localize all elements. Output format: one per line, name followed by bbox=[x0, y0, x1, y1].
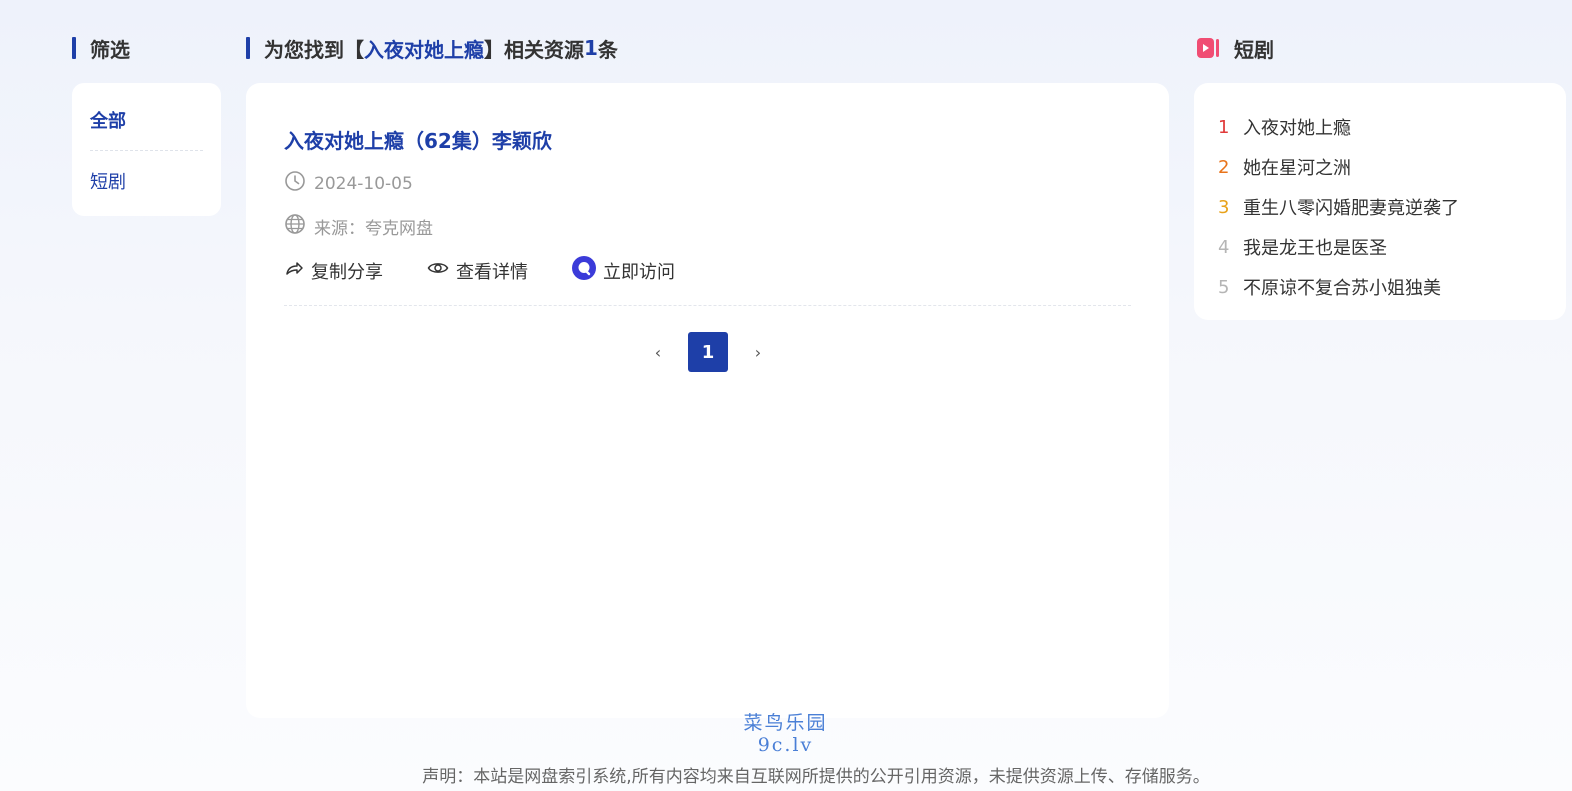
drama-ranking-card: 1 入夜对她上瘾 2 她在星河之洲 3 重生八零闪婚肥妻竟逆袭了 4 我是龙王也… bbox=[1194, 83, 1566, 320]
rank-number: 5 bbox=[1218, 276, 1230, 298]
next-page-button[interactable]: › bbox=[748, 332, 768, 372]
rank-number: 2 bbox=[1218, 156, 1230, 178]
pagination: ‹ 1 › bbox=[648, 332, 768, 372]
result-actions: 复制分享 查看详情 立即访问 bbox=[284, 256, 719, 285]
copy-share-button[interactable]: 复制分享 bbox=[284, 258, 383, 284]
result-source: 来源：夸克网盘 bbox=[314, 219, 433, 239]
drama-rank-label: 不原谅不复合苏小姐独美 bbox=[1243, 278, 1441, 299]
footer-disclaimer: 声明：本站是网盘索引系统,所有内容均来自互联网所提供的公开引用资源，未提供资源上… bbox=[422, 767, 1210, 787]
drama-title-text: 短剧 bbox=[1234, 37, 1274, 62]
result-divider bbox=[284, 305, 1131, 306]
quark-drive-icon bbox=[572, 256, 603, 285]
rank-number: 4 bbox=[1218, 236, 1230, 258]
drama-rank-label: 入夜对她上瘾 bbox=[1243, 118, 1351, 139]
result-date: 2024-10-05 bbox=[314, 173, 413, 194]
results-count: 1 bbox=[584, 36, 598, 60]
results-card: 入夜对她上瘾（62集）李颖欣 2024-10-05 来源：夸克网盘 复制分享 查… bbox=[246, 83, 1169, 718]
title-accent-bar bbox=[246, 37, 250, 59]
drama-rank-item[interactable]: 3 重生八零闪婚肥妻竟逆袭了 bbox=[1218, 187, 1566, 227]
visit-now-label: 立即访问 bbox=[603, 261, 675, 283]
filter-title-text: 筛选 bbox=[90, 37, 130, 62]
site-watermark: 菜鸟乐园 9c.lv bbox=[738, 712, 833, 756]
drama-rank-item[interactable]: 4 我是龙王也是医圣 bbox=[1218, 227, 1566, 267]
view-detail-label: 查看详情 bbox=[456, 261, 528, 283]
globe-icon bbox=[284, 213, 314, 240]
results-heading-prefix: 为您找到【 bbox=[264, 37, 364, 62]
drama-rank-item[interactable]: 1 入夜对她上瘾 bbox=[1218, 107, 1566, 147]
result-source-row: 来源：夸克网盘 bbox=[284, 213, 433, 240]
result-date-row: 2024-10-05 bbox=[284, 170, 413, 197]
results-heading-keyword: 入夜对她上瘾 bbox=[364, 37, 484, 62]
video-play-icon bbox=[1196, 36, 1220, 60]
drama-rank-label: 我是龙王也是医圣 bbox=[1243, 238, 1387, 259]
share-arrow-icon bbox=[284, 258, 311, 283]
page-1-button[interactable]: 1 bbox=[688, 332, 728, 372]
drama-section-title: 短剧 bbox=[1196, 34, 1274, 62]
drama-rank-item[interactable]: 5 不原谅不复合苏小姐独美 bbox=[1218, 267, 1566, 307]
prev-page-button[interactable]: ‹ bbox=[648, 332, 668, 372]
results-heading-mid: 】相关资源 bbox=[484, 37, 584, 62]
rank-number: 1 bbox=[1218, 116, 1230, 138]
drama-rank-label: 她在星河之洲 bbox=[1243, 158, 1351, 179]
title-accent-bar bbox=[72, 37, 76, 59]
visit-now-button[interactable]: 立即访问 bbox=[572, 256, 675, 285]
copy-share-label: 复制分享 bbox=[311, 261, 383, 283]
results-heading: 为您找到【 入夜对她上瘾 】相关资源 1 条 bbox=[246, 34, 618, 62]
results-heading-suffix: 条 bbox=[597, 37, 618, 62]
result-title-link[interactable]: 入夜对她上瘾（62集）李颖欣 bbox=[284, 125, 552, 154]
clock-icon bbox=[284, 170, 314, 197]
drama-rank-item[interactable]: 2 她在星河之洲 bbox=[1218, 147, 1566, 187]
rank-number: 3 bbox=[1218, 196, 1230, 218]
filter-item-short-drama[interactable]: 短剧 bbox=[90, 168, 203, 194]
filter-item-all[interactable]: 全部 bbox=[90, 107, 203, 151]
filter-section-title: 筛选 bbox=[72, 34, 130, 62]
watermark-line-1: 菜鸟乐园 bbox=[743, 712, 828, 734]
watermark-line-2: 9c.lv bbox=[757, 734, 814, 756]
view-detail-button[interactable]: 查看详情 bbox=[427, 258, 528, 284]
filter-card: 全部 短剧 bbox=[72, 83, 221, 216]
drama-rank-label: 重生八零闪婚肥妻竟逆袭了 bbox=[1243, 198, 1459, 219]
eye-icon bbox=[427, 258, 456, 283]
